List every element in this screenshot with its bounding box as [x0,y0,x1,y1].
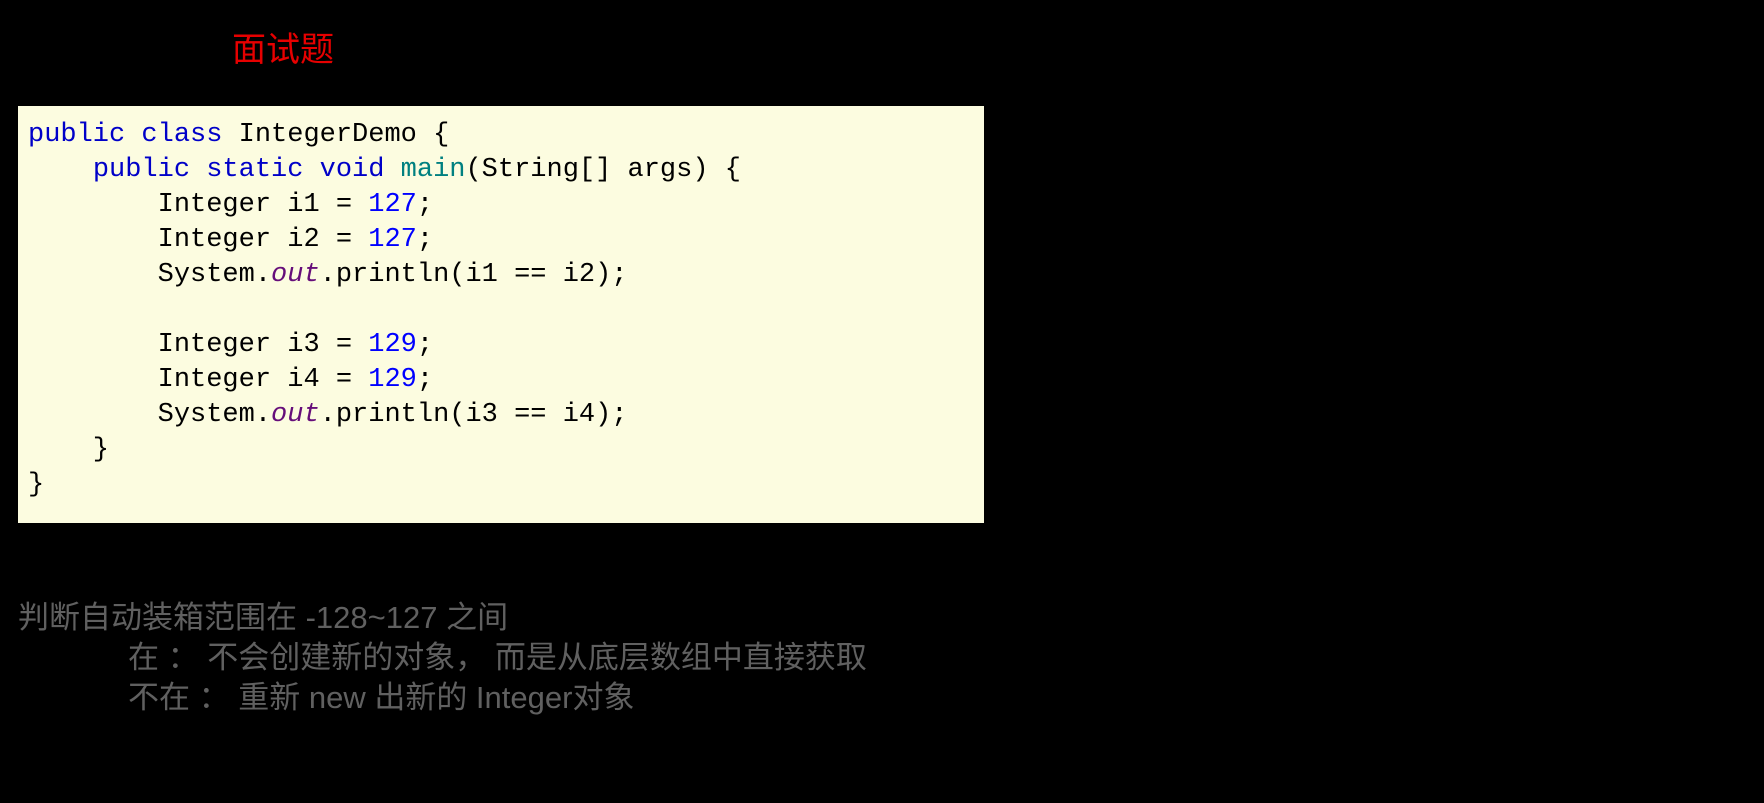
keyword-public: public [28,120,125,150]
field-out: out [271,260,320,290]
explanation: 判断自动装箱范围在 -128~127 之间 在 ： 不会创建新的对象， 而是从底… [18,598,867,718]
indent [28,330,158,360]
keyword-void: void [320,155,385,185]
number-literal: 129 [368,365,417,395]
explanation-line-3: 不在 ： 重新 new 出新的 Integer对象 [128,678,867,718]
method-main: main [401,155,466,185]
code-text: Integer i1 = [158,190,369,220]
code-text: System. [158,260,271,290]
keyword-public: public [93,155,190,185]
indent [28,400,158,430]
code-text: (String[] args) { [465,155,740,185]
keyword-class: class [141,120,222,150]
indent [28,260,158,290]
code-text: Integer i2 = [158,225,369,255]
code-text: IntegerDemo { [222,120,449,150]
indent [28,190,158,220]
code-text: .println(i1 == i2); [320,260,628,290]
code-text: } [28,435,109,465]
field-out: out [271,400,320,430]
number-literal: 127 [368,190,417,220]
keyword-static: static [206,155,303,185]
indent [28,155,93,185]
title: 面试题 [232,22,334,71]
code-text: ; [417,365,433,395]
code-text: ; [417,330,433,360]
code-text: } [28,470,44,500]
indent [28,225,158,255]
code-block: public class IntegerDemo { public static… [18,106,984,523]
explanation-line-2: 在 ： 不会创建新的对象， 而是从底层数组中直接获取 [128,638,867,678]
code-text: .println(i3 == i4); [320,400,628,430]
number-literal: 129 [368,330,417,360]
number-literal: 127 [368,225,417,255]
code-text: Integer i3 = [158,330,369,360]
code-text: System. [158,400,271,430]
code-text: Integer i4 = [158,365,369,395]
indent [28,365,158,395]
code-text: ; [417,225,433,255]
explanation-line-1: 判断自动装箱范围在 -128~127 之间 [18,598,867,638]
code-text: ; [417,190,433,220]
